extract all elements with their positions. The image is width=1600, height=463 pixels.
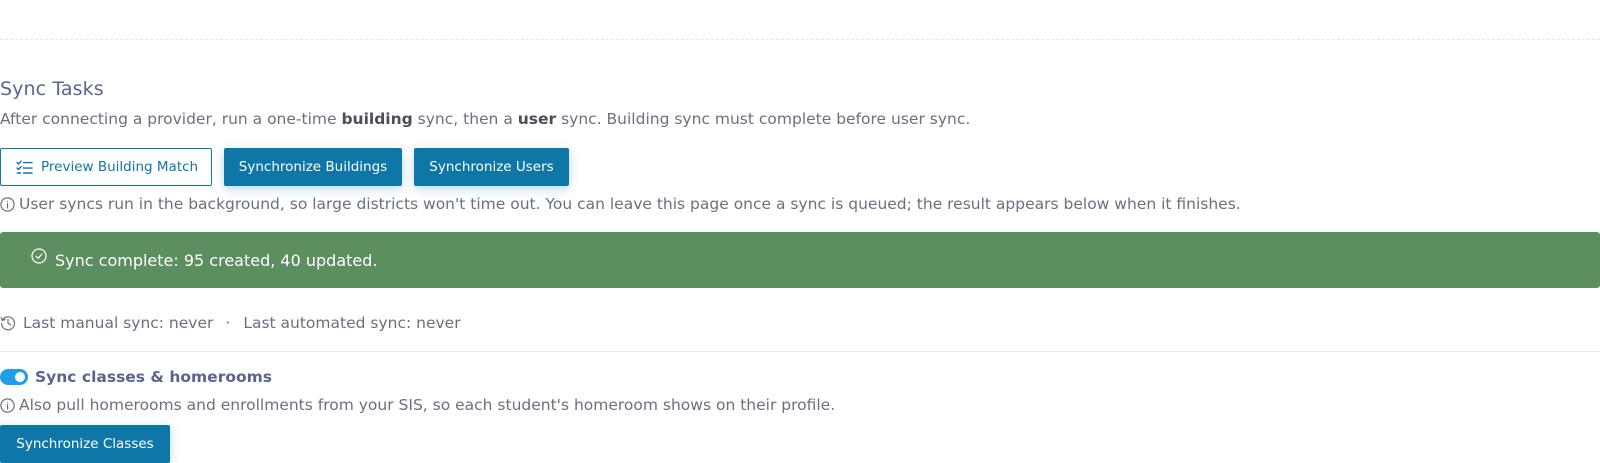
section-title: Sync Tasks [0,78,104,100]
synchronize-buildings-button[interactable]: Synchronize Buildings [224,148,402,186]
intro-text-2: sync, then a [412,110,518,128]
intro-bold-building: building [341,110,413,128]
intro-text-3: sync. Building sync must complete before… [556,110,971,128]
last-automated-sync: Last automated sync: never [243,314,461,332]
synchronize-users-button[interactable]: Synchronize Users [414,148,569,186]
section-intro: After connecting a provider, run a one-t… [0,110,970,128]
check-circle-icon [31,248,47,264]
history-icon [0,316,16,331]
sync-classes-toggle[interactable] [0,369,28,385]
separator-dot: · [225,314,231,332]
alert-message: Sync complete: 95 created, 40 updated. [55,251,378,270]
classes-sync-note-text: Also pull homerooms and enrollments from… [19,396,836,414]
sync-complete-alert: Sync complete: 95 created, 40 updated. [0,232,1600,288]
intro-bold-user: user [517,110,557,128]
top-divider [0,39,1600,40]
checklist-icon [16,160,33,174]
background-sync-note: User syncs run in the background, so lar… [0,195,1241,213]
info-circle-icon [0,397,15,413]
info-circle-icon [0,196,15,212]
intro-text-1: After connecting a provider, run a one-t… [0,110,342,128]
sync-tasks-page: Sync Tasks After connecting a provider, … [0,0,1600,463]
toggle-knob [15,372,25,382]
synchronize-classes-button[interactable]: Synchronize Classes [0,425,170,463]
classes-toggle-row: Sync classes & homerooms [0,368,272,386]
last-manual-sync: Last manual sync: never [23,314,214,332]
sync-classes-label: Sync classes & homerooms [35,368,273,386]
background-sync-note-text: User syncs run in the background, so lar… [19,195,1241,213]
last-sync-status: Last manual sync: never · Last automated… [0,314,461,332]
section-divider [0,351,1600,352]
classes-sync-note: Also pull homerooms and enrollments from… [0,396,835,414]
preview-button-label: Preview Building Match [41,159,199,175]
preview-building-match-button[interactable]: Preview Building Match [0,148,212,186]
